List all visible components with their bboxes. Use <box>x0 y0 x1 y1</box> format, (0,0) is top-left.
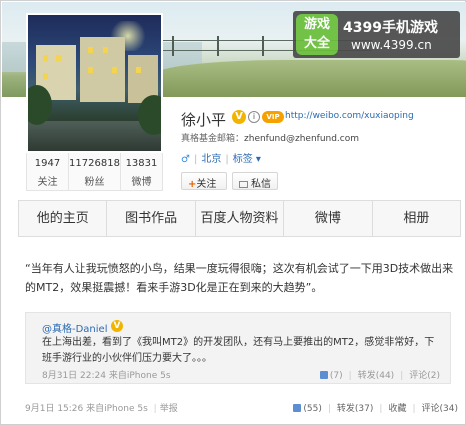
stat-value: 13831 <box>125 158 158 169</box>
action-separator: | <box>327 404 331 414</box>
watermark-name: 4399手机游戏 <box>343 20 438 36</box>
post-comment-button[interactable]: 评论(34) <box>422 404 458 414</box>
stat-label: 关注 <box>37 177 58 188</box>
quote-meta: 8月31日 22:24 来自iPhone 5s <box>42 368 171 381</box>
profile-stats: 1947 关注 11726818 粉丝 13831 微博 <box>26 153 163 191</box>
stat-followers[interactable]: 11726818 粉丝 <box>69 153 121 190</box>
post-like-button[interactable]: (55) <box>293 404 322 414</box>
quote-like-count: (7) <box>329 371 343 381</box>
stat-value: 11726818 <box>69 158 120 169</box>
tab-home[interactable]: 他的主页 <box>19 201 108 236</box>
banner-fence-post <box>217 36 219 56</box>
stat-label: 粉丝 <box>84 177 105 188</box>
quote-actions: (7) | 转发(44) | 评论(2) <box>319 368 440 381</box>
report-link[interactable]: 举报 <box>160 404 178 414</box>
quote-like-button[interactable]: (7) <box>319 371 343 381</box>
tab-baidu-profile[interactable]: 百度人物资料 <box>196 201 285 236</box>
avatar-window <box>43 73 48 79</box>
watermark-logo: 游戏 大全 4399手机游戏 www.4399.cn <box>293 11 460 58</box>
meta-separator: | <box>225 154 229 165</box>
profile-nav: 他的主页 图书作品 百度人物资料 微博 相册 <box>18 200 461 237</box>
avatar[interactable] <box>26 13 163 153</box>
quote-text: 在上海出差，看到了《我叫MT2》的开发团队，还有马上要推出的MT2，感觉非常好，… <box>42 337 435 364</box>
weibo-profile-frame: 游戏 大全 4399手机游戏 www.4399.cn 1947 关注 11726… <box>0 0 466 425</box>
stat-value: 1947 <box>34 158 61 169</box>
info-icon[interactable]: i <box>248 111 260 123</box>
male-icon: ♂ <box>181 154 190 165</box>
chevron-down-icon: ▾ <box>255 154 261 165</box>
meta-separator: | <box>153 404 157 414</box>
avatar-window <box>136 67 141 73</box>
quote-source[interactable]: 来自iPhone 5s <box>109 371 171 381</box>
thumbs-up-icon <box>293 404 302 412</box>
avatar-window <box>56 55 61 61</box>
quote-comment-button[interactable]: 评论(2) <box>409 371 440 381</box>
banner-fence-post <box>172 36 174 56</box>
profile-meta: ♂ | 北京 | 标签 ▾ <box>181 150 261 165</box>
avatar-window <box>88 47 93 53</box>
watermark-url: www.4399.cn <box>351 38 432 52</box>
avatar-window <box>43 55 48 61</box>
company-email: zhenfund@zhenfund.com <box>244 134 360 144</box>
watermark-badge: 游戏 大全 <box>296 14 338 55</box>
tags-label: 标签 <box>232 154 253 165</box>
action-separator: | <box>379 404 383 414</box>
vip-icon[interactable]: VIP <box>262 111 284 123</box>
meta-separator: | <box>193 154 198 165</box>
stat-label: 微博 <box>131 177 152 188</box>
location-link[interactable]: 北京 <box>201 154 221 165</box>
avatar-window <box>88 67 93 73</box>
post-favorite-button[interactable]: 收藏 <box>388 404 406 414</box>
watermark-badge-line2: 大全 <box>303 36 330 51</box>
avatar-tree <box>138 95 161 135</box>
avatar-window <box>112 67 117 73</box>
profile-company: 真格基金邮箱：zhenfund@zhenfund.com <box>181 131 359 144</box>
action-separator: | <box>400 371 404 381</box>
verified-icon: V <box>111 320 123 332</box>
action-separator: | <box>348 371 352 381</box>
tab-weibo[interactable]: 微博 <box>284 201 373 236</box>
company-label: 真格基金邮箱： <box>181 134 245 144</box>
message-button-label: 私信 <box>251 179 271 190</box>
follow-button-label: 关注 <box>196 179 217 190</box>
post-text: “当年有人让我玩愤怒的小鸟，结果一度玩得很嗨；这次有机会试了一下用3D技术做出来… <box>25 262 454 294</box>
mail-icon <box>239 180 248 188</box>
follow-button[interactable]: +关注 <box>181 172 227 190</box>
profile-name: 徐小平 <box>181 111 227 129</box>
verified-icon[interactable]: V <box>232 110 246 124</box>
reposted-post: @真格-Daniel V 在上海出差，看到了《我叫MT2》的开发团队，还有马上要… <box>25 312 451 384</box>
action-separator: | <box>412 404 416 414</box>
profile-home-link[interactable]: http://weibo.com/xuxiaoping <box>285 111 414 121</box>
post-actions: (55) | 转发(37) | 收藏 | 评论(34) <box>293 401 458 414</box>
watermark-badge-line1: 游戏 <box>303 17 330 32</box>
post-time[interactable]: 9月1日 15:26 <box>25 404 83 414</box>
stat-posts[interactable]: 13831 微博 <box>121 153 162 190</box>
banner-fence-post <box>262 36 264 56</box>
avatar-tree <box>28 85 52 125</box>
tab-album[interactable]: 相册 <box>373 201 460 236</box>
post-like-count: (55) <box>303 404 322 414</box>
thumbs-up-icon <box>319 371 328 379</box>
post-meta: 9月1日 15:26 来自iPhone 5s | 举报 <box>25 401 178 414</box>
quote-repost-button[interactable]: 转发(44) <box>358 371 394 381</box>
tags-dropdown[interactable]: 标签 ▾ <box>233 154 261 165</box>
quote-author-link[interactable]: @真格-Daniel <box>42 320 107 335</box>
avatar-window <box>103 47 108 53</box>
post-repost-button[interactable]: 转发(37) <box>337 404 373 414</box>
weibo-post: “当年有人让我玩愤怒的小鸟，结果一度玩得很嗨；这次有机会试了一下用3D技术做出来… <box>18 247 461 417</box>
post-source[interactable]: 来自iPhone 5s <box>86 404 148 414</box>
message-button[interactable]: 私信 <box>232 172 278 190</box>
tab-books[interactable]: 图书作品 <box>107 201 196 236</box>
quote-time[interactable]: 8月31日 22:24 <box>42 371 106 381</box>
banner-hill <box>152 60 466 97</box>
stat-following[interactable]: 1947 关注 <box>27 153 70 190</box>
